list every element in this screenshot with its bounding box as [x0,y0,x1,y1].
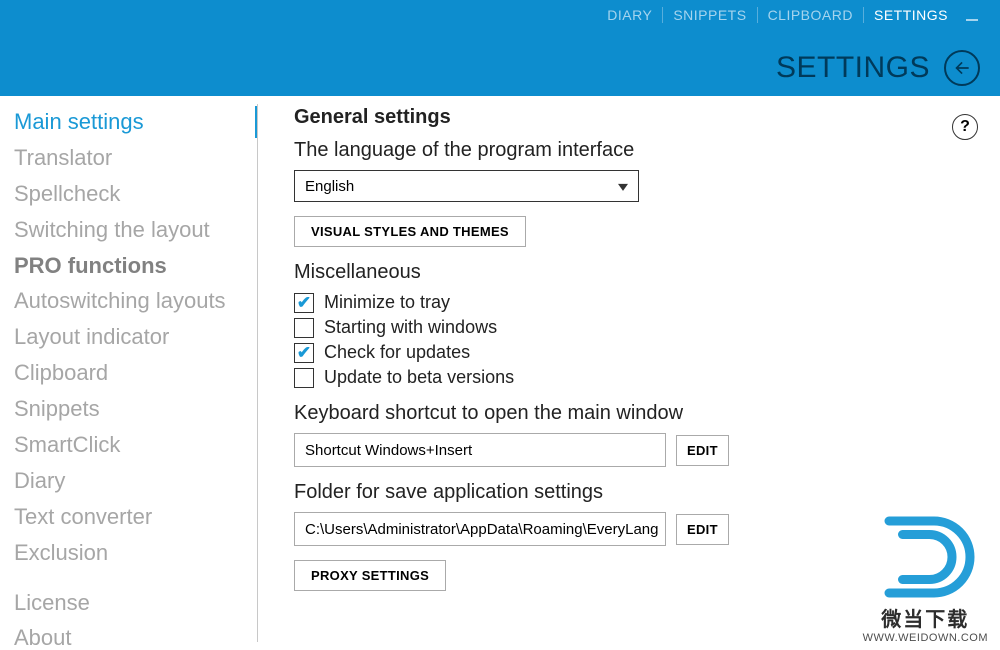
miscellaneous-heading: Miscellaneous [294,261,972,284]
nav-diary[interactable]: DIARY [597,7,663,23]
language-select[interactable]: English [294,170,639,202]
help-button[interactable]: ? [952,114,978,140]
sidebar-item-license[interactable]: License [8,585,258,621]
app-body: Main settings Translator Spellcheck Swit… [0,96,1000,650]
watermark-text-2: WWW.WEIDOWN.COM [863,632,988,644]
folder-edit-button[interactable]: EDIT [676,514,729,545]
checkbox-minimize-tray[interactable] [294,293,314,313]
checkbox-check-updates[interactable] [294,343,314,363]
language-value: English [305,178,354,195]
nav-snippets[interactable]: SNIPPETS [663,7,757,23]
sidebar-item-switching-layout[interactable]: Switching the layout [8,212,258,248]
proxy-settings-button[interactable]: PROXY SETTINGS [294,560,446,591]
sidebar: Main settings Translator Spellcheck Swit… [0,96,258,650]
sidebar-item-smartclick[interactable]: SmartClick [8,427,258,463]
sidebar-item-exclusion[interactable]: Exclusion [8,535,258,571]
label-start-windows: Starting with windows [324,317,497,338]
sidebar-item-diary[interactable]: Diary [8,463,258,499]
label-beta: Update to beta versions [324,367,514,388]
shortcut-edit-button[interactable]: EDIT [676,435,729,466]
sidebar-item-main-settings[interactable]: Main settings [8,104,258,140]
folder-field[interactable]: C:\Users\Administrator\AppData\Roaming\E… [294,512,666,546]
checkbox-beta[interactable] [294,368,314,388]
top-nav: DIARY SNIPPETS CLIPBOARD SETTINGS [597,7,982,23]
nav-settings[interactable]: SETTINGS [864,7,958,23]
page-title: SETTINGS [776,51,930,85]
label-minimize-tray: Minimize to tray [324,292,450,313]
nav-clipboard[interactable]: CLIPBOARD [758,7,864,23]
arrow-left-icon [952,58,972,78]
language-label: The language of the program interface [294,139,972,162]
app-header: DIARY SNIPPETS CLIPBOARD SETTINGS SETTIN… [0,0,1000,96]
sidebar-item-clipboard[interactable]: Clipboard [8,355,258,391]
label-check-updates: Check for updates [324,342,470,363]
back-button[interactable] [944,50,980,86]
sidebar-item-translator[interactable]: Translator [8,140,258,176]
sidebar-item-autoswitching[interactable]: Autoswitching layouts [8,283,258,319]
folder-label: Folder for save application settings [294,481,972,504]
general-settings-heading: General settings [294,106,972,129]
watermark-logo-icon [870,512,980,602]
sidebar-item-pro-functions[interactable]: PRO functions [8,248,258,284]
sidebar-item-text-converter[interactable]: Text converter [8,499,258,535]
sidebar-item-spellcheck[interactable]: Spellcheck [8,176,258,212]
chevron-down-icon [618,184,628,191]
watermark-text-1: 微当下载 [863,603,988,632]
minimize-button[interactable] [966,7,982,23]
watermark: 微当下载 WWW.WEIDOWN.COM [863,512,988,644]
visual-styles-button[interactable]: VISUAL STYLES AND THEMES [294,216,526,247]
shortcut-label: Keyboard shortcut to open the main windo… [294,402,972,425]
sidebar-item-layout-indicator[interactable]: Layout indicator [8,319,258,355]
shortcut-field[interactable]: Shortcut Windows+Insert [294,433,666,467]
main-panel: ? General settings The language of the p… [258,96,1000,650]
checkbox-start-windows[interactable] [294,318,314,338]
sidebar-item-snippets[interactable]: Snippets [8,391,258,427]
sidebar-item-about[interactable]: About [8,620,258,650]
